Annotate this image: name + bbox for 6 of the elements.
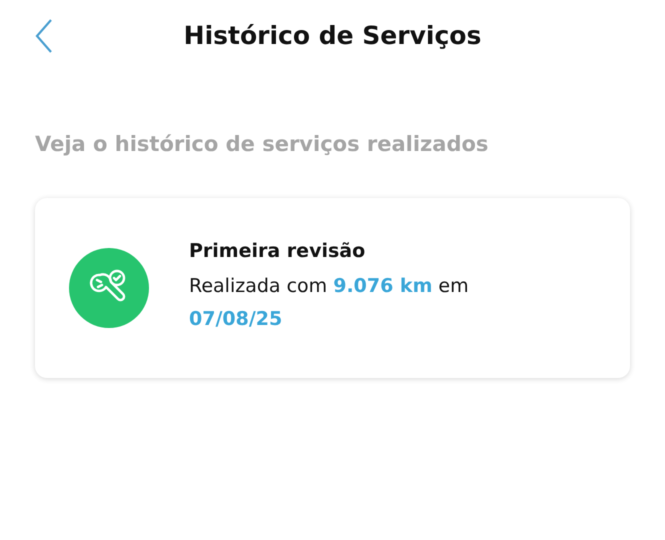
service-title: Primeira revisão: [189, 240, 366, 262]
back-icon: [34, 18, 54, 54]
page-subtitle: Veja o histórico de serviços realizados: [35, 132, 490, 156]
service-description: Realizada com 9.076 km em 07/08/25: [189, 274, 470, 332]
page-title: Histórico de Serviços: [184, 20, 482, 50]
service-card[interactable]: Primeira revisão Realizada com 9.076 km em 07/08/25: [35, 198, 630, 378]
